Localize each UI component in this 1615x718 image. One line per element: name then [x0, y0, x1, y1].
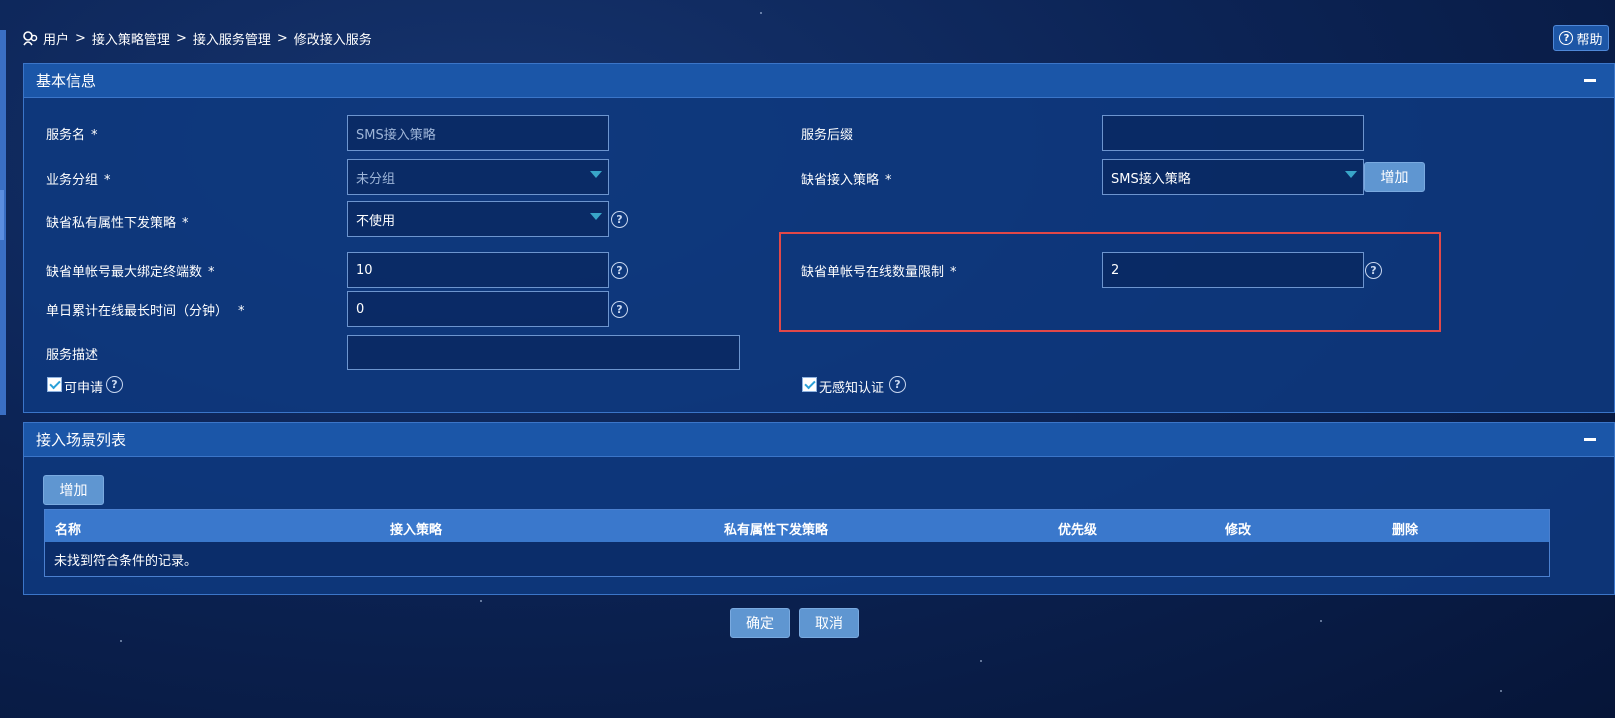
service-suffix-input[interactable] — [1102, 115, 1364, 151]
service-name-label: 服务名 * — [46, 128, 98, 143]
breadcrumb-separator: > — [175, 30, 187, 46]
star-decor — [1320, 620, 1322, 622]
seamless-auth-checkbox[interactable] — [802, 377, 817, 392]
breadcrumb-item-user[interactable]: 用户 — [43, 29, 69, 48]
breadcrumb-separator: > — [75, 30, 86, 46]
basic-info-header: 基本信息 — [24, 64, 1614, 98]
breadcrumb-item-service-mgmt[interactable]: 接入服务管理 — [193, 29, 271, 48]
business-group-select[interactable]: 未分组 — [347, 159, 609, 195]
daily-online-time-input[interactable]: 0 — [347, 291, 609, 327]
max-bind-terminals-label: 缺省单帐号最大绑定终端数 * — [46, 265, 215, 280]
scenario-table: 名称 接入策略 私有属性下发策略 优先级 修改 删除 未找到符合条件的记录。 — [44, 509, 1550, 577]
help-icon[interactable]: ? — [889, 376, 906, 393]
star-decor — [760, 12, 762, 14]
help-icon[interactable]: ? — [106, 376, 123, 393]
star-decor — [480, 600, 482, 602]
table-header: 名称 接入策略 私有属性下发策略 优先级 修改 删除 — [45, 510, 1549, 542]
service-name-input[interactable]: SMS接入策略 — [347, 115, 609, 151]
highlight-box — [779, 232, 1441, 332]
col-name: 名称 — [55, 523, 82, 538]
scenario-list-header: 接入场景列表 — [24, 423, 1614, 457]
empty-row: 未找到符合条件的记录。 — [45, 542, 1549, 576]
max-bind-terminals-input[interactable]: 10 — [347, 252, 609, 288]
user-icon — [23, 31, 38, 46]
breadcrumb-item-current: 修改接入服务 — [293, 32, 372, 48]
add-access-policy-button[interactable]: 增加 — [1364, 162, 1425, 192]
help-button-label: 帮助 — [1576, 32, 1603, 48]
service-desc-label: 服务描述 — [46, 348, 99, 363]
help-icon[interactable]: ? — [611, 262, 628, 279]
collapse-icon[interactable] — [1584, 438, 1596, 441]
service-suffix-label: 服务后缀 — [801, 128, 854, 143]
star-decor — [1500, 690, 1502, 692]
breadcrumb-item-policy-mgmt[interactable]: 接入策略管理 — [92, 29, 170, 48]
add-scenario-button[interactable]: 增加 — [43, 475, 104, 505]
applicable-label: 可申请 — [64, 381, 104, 396]
chevron-down-icon — [590, 213, 602, 220]
col-edit: 修改 — [1225, 523, 1252, 538]
star-decor — [980, 660, 982, 662]
col-priority: 优先级 — [1058, 523, 1098, 538]
col-private-policy: 私有属性下发策略 — [724, 523, 829, 538]
col-access-policy: 接入策略 — [390, 523, 443, 538]
confirm-button[interactable]: 确定 — [730, 608, 790, 638]
basic-info-title: 基本信息 — [36, 72, 97, 90]
daily-online-time-label: 单日累计在线最长时间（分钟） * — [46, 304, 245, 319]
default-private-policy-select[interactable]: 不使用 — [347, 201, 609, 237]
default-access-policy-select[interactable]: SMS接入策略 — [1102, 159, 1364, 195]
business-group-label: 业务分组 * — [46, 173, 111, 188]
breadcrumb: 用户 > 接入策略管理 > 接入服务管理 > 修改接入服务 — [22, 28, 372, 48]
default-private-policy-label: 缺省私有属性下发策略 * — [46, 216, 189, 231]
help-icon[interactable]: ? — [611, 301, 628, 318]
seamless-auth-label: 无感知认证 — [819, 381, 885, 396]
chevron-down-icon — [1345, 171, 1357, 178]
applicable-checkbox[interactable] — [47, 377, 62, 392]
help-icon: ? — [1559, 31, 1574, 45]
default-access-policy-label: 缺省接入策略 * — [801, 173, 892, 188]
collapse-icon[interactable] — [1584, 79, 1596, 82]
col-delete: 删除 — [1392, 523, 1419, 538]
star-decor — [120, 640, 122, 642]
breadcrumb-separator: > — [276, 30, 288, 46]
help-icon[interactable]: ? — [611, 211, 628, 228]
service-desc-input[interactable] — [347, 335, 740, 370]
scenario-list-panel: 接入场景列表 增加 名称 接入策略 私有属性下发策略 优先级 修改 删除 未找到… — [23, 422, 1615, 595]
left-edge-accent — [0, 190, 4, 240]
chevron-down-icon — [590, 171, 602, 178]
cancel-button[interactable]: 取消 — [799, 608, 859, 638]
help-button[interactable]: ? 帮助 — [1553, 25, 1609, 51]
scenario-list-title: 接入场景列表 — [36, 431, 127, 449]
